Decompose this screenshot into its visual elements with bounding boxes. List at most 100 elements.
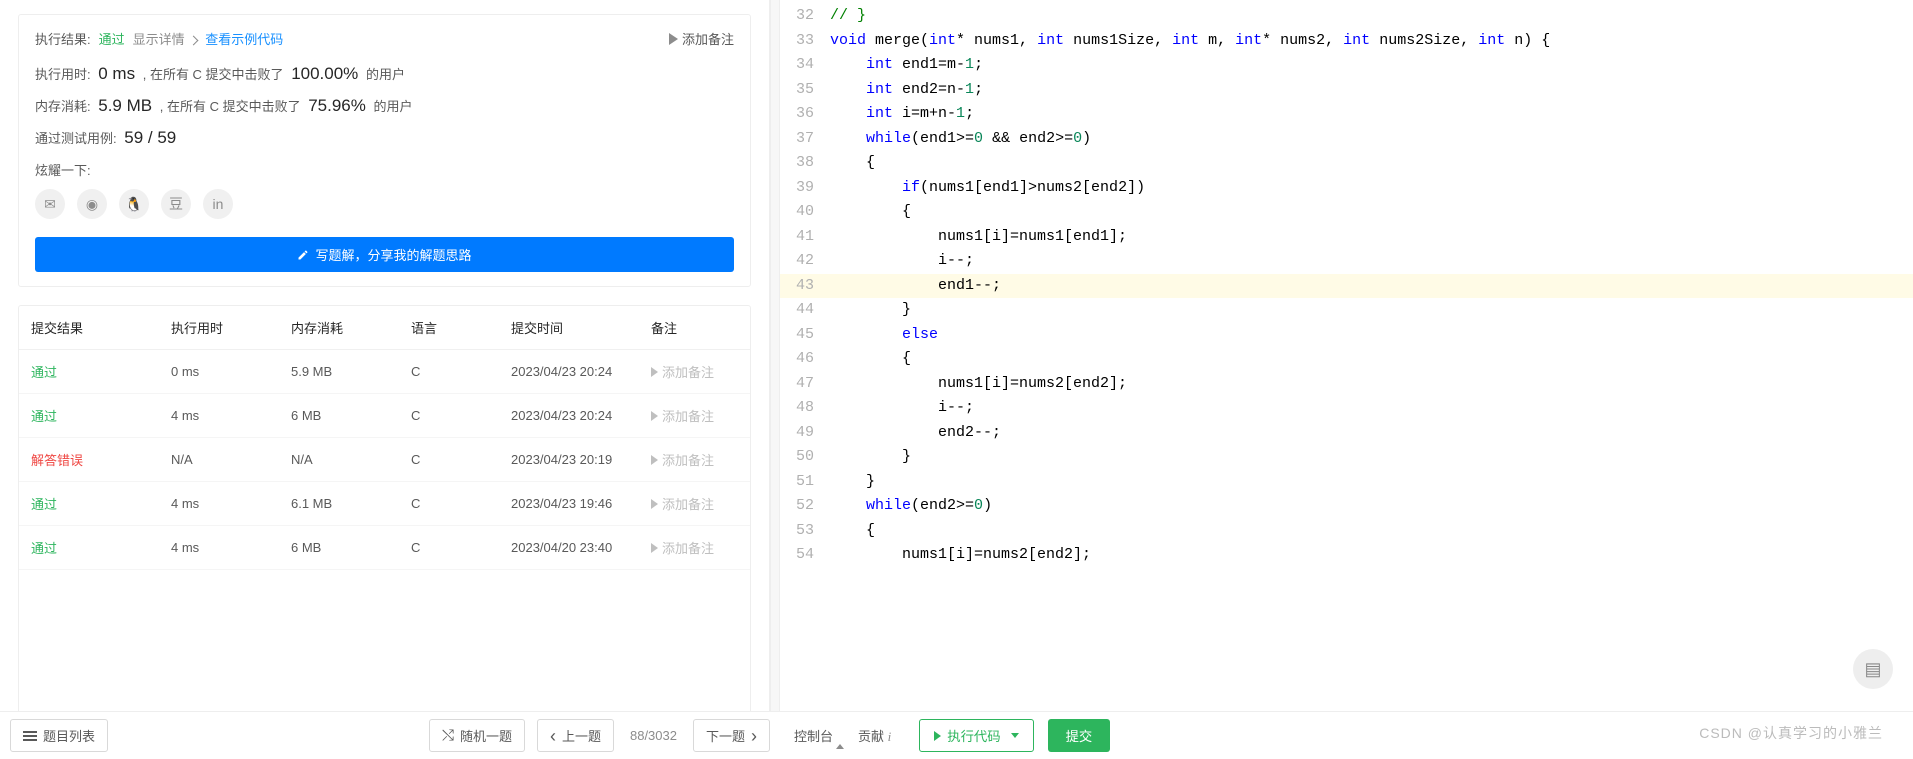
code-line[interactable]: 52 while(end2>=0) <box>780 494 1913 519</box>
result-card: 执行结果: 通过 显示详情 查看示例代码 添加备注 执行用时: 0 ms , 在… <box>18 14 751 287</box>
col-header-memory: 内存消耗 <box>291 318 411 337</box>
problem-list-button[interactable]: 题目列表 <box>10 719 108 752</box>
code-line[interactable]: 34 int end1=m-1; <box>780 53 1913 78</box>
flag-icon <box>651 367 658 377</box>
line-number: 54 <box>780 543 830 568</box>
list-icon <box>23 731 37 741</box>
line-number: 48 <box>780 396 830 421</box>
code-line[interactable]: 33void merge(int* nums1, int nums1Size, … <box>780 29 1913 54</box>
date-cell: 2023/04/23 20:19 <box>511 452 651 467</box>
line-number: 46 <box>780 347 830 372</box>
douban-share-icon[interactable]: 豆 <box>161 189 191 219</box>
pencil-icon <box>297 249 309 261</box>
memory-cell: 6.1 MB <box>291 496 411 511</box>
line-number: 47 <box>780 372 830 397</box>
notes-float-button[interactable]: ▤ <box>1853 649 1893 689</box>
random-button[interactable]: 随机一题 <box>429 719 525 752</box>
memory-cell: N/A <box>291 452 411 467</box>
lang-cell: C <box>411 452 511 467</box>
prev-button[interactable]: 上一题 <box>537 719 614 752</box>
add-note-cell[interactable]: 添加备注 <box>651 450 738 469</box>
submit-button[interactable]: 提交 <box>1048 719 1111 752</box>
wechat-share-icon[interactable]: ✉ <box>35 189 65 219</box>
line-number: 51 <box>780 470 830 495</box>
add-note-button[interactable]: 添加备注 <box>669 29 734 48</box>
date-cell: 2023/04/23 19:46 <box>511 496 651 511</box>
view-sample-link[interactable]: 查看示例代码 <box>205 29 283 48</box>
col-header-result: 提交结果 <box>31 318 171 337</box>
next-button[interactable]: 下一题 <box>693 719 770 752</box>
code-line[interactable]: 54 nums1[i]=nums2[end2]; <box>780 543 1913 568</box>
lang-cell: C <box>411 540 511 555</box>
console-toggle[interactable]: 控制台 <box>794 726 844 745</box>
memory-cell: 6 MB <box>291 408 411 423</box>
line-number: 40 <box>780 200 830 225</box>
chevron-up-icon <box>836 729 844 749</box>
contribute-link[interactable]: 贡献 i <box>858 726 891 745</box>
col-header-time: 执行用时 <box>171 318 291 337</box>
code-line[interactable]: 50 } <box>780 445 1913 470</box>
line-number: 32 <box>780 4 830 29</box>
table-row: 解答错误N/AN/AC2023/04/23 20:19添加备注 <box>19 438 750 482</box>
shuffle-icon <box>442 727 454 744</box>
code-line[interactable]: 32// } <box>780 4 1913 29</box>
linkedin-share-icon[interactable]: in <box>203 189 233 219</box>
table-row: 通过4 ms6.1 MBC2023/04/23 19:46添加备注 <box>19 482 750 526</box>
memory-cell: 6 MB <box>291 540 411 555</box>
code-line[interactable]: 48 i--; <box>780 396 1913 421</box>
result-cell[interactable]: 通过 <box>31 365 57 380</box>
result-cell[interactable]: 通过 <box>31 541 57 556</box>
result-label: 执行结果: <box>35 29 91 48</box>
code-line[interactable]: 53 { <box>780 519 1913 544</box>
line-number: 38 <box>780 151 830 176</box>
code-line[interactable]: 46 { <box>780 347 1913 372</box>
runtime-metric: 执行用时: 0 ms , 在所有 C 提交中击败了 100.00% 的用户 <box>35 64 734 84</box>
code-line[interactable]: 51 } <box>780 470 1913 495</box>
code-line[interactable]: 45 else <box>780 323 1913 348</box>
code-line[interactable]: 49 end2--; <box>780 421 1913 446</box>
chevron-down-icon <box>1011 733 1019 738</box>
result-cell[interactable]: 通过 <box>31 409 57 424</box>
code-line[interactable]: 44 } <box>780 298 1913 323</box>
table-row: 通过4 ms6 MBC2023/04/23 20:24添加备注 <box>19 394 750 438</box>
play-icon <box>934 731 941 741</box>
code-line[interactable]: 38 { <box>780 151 1913 176</box>
line-number: 36 <box>780 102 830 127</box>
code-line[interactable]: 40 { <box>780 200 1913 225</box>
add-note-cell[interactable]: 添加备注 <box>651 406 738 425</box>
line-number: 41 <box>780 225 830 250</box>
show-detail-link[interactable]: 显示详情 <box>133 29 198 48</box>
code-line[interactable]: 35 int end2=n-1; <box>780 78 1913 103</box>
code-line[interactable]: 36 int i=m+n-1; <box>780 102 1913 127</box>
date-cell: 2023/04/23 20:24 <box>511 408 651 423</box>
share-label: 炫耀一下: <box>35 160 734 179</box>
line-number: 50 <box>780 445 830 470</box>
write-solution-button[interactable]: 写题解，分享我的解题思路 <box>35 237 734 272</box>
line-number: 35 <box>780 78 830 103</box>
line-number: 43 <box>780 274 830 299</box>
run-code-button[interactable]: 执行代码 <box>919 719 1033 752</box>
code-line[interactable]: 37 while(end1>=0 && end2>=0) <box>780 127 1913 152</box>
add-note-cell[interactable]: 添加备注 <box>651 362 738 381</box>
code-line[interactable]: 42 i--; <box>780 249 1913 274</box>
result-cell[interactable]: 通过 <box>31 497 57 512</box>
progress-text: 88/3032 <box>626 728 681 743</box>
result-cell[interactable]: 解答错误 <box>31 453 83 468</box>
table-row: 通过0 ms5.9 MBC2023/04/23 20:24添加备注 <box>19 350 750 394</box>
code-editor[interactable]: 32// }33void merge(int* nums1, int nums1… <box>780 0 1913 759</box>
code-line[interactable]: 41 nums1[i]=nums1[end1]; <box>780 225 1913 250</box>
flag-icon <box>651 455 658 465</box>
line-number: 39 <box>780 176 830 201</box>
line-number: 42 <box>780 249 830 274</box>
code-line[interactable]: 43 end1--; <box>780 274 1913 299</box>
add-note-cell[interactable]: 添加备注 <box>651 494 738 513</box>
qq-share-icon[interactable]: 🐧 <box>119 189 149 219</box>
code-line[interactable]: 47 nums1[i]=nums2[end2]; <box>780 372 1913 397</box>
add-note-cell[interactable]: 添加备注 <box>651 538 738 557</box>
panel-resizer[interactable] <box>770 0 780 759</box>
weibo-share-icon[interactable]: ◉ <box>77 189 107 219</box>
time-cell: 4 ms <box>171 408 291 423</box>
time-cell: N/A <box>171 452 291 467</box>
time-cell: 0 ms <box>171 364 291 379</box>
code-line[interactable]: 39 if(nums1[end1]>nums2[end2]) <box>780 176 1913 201</box>
